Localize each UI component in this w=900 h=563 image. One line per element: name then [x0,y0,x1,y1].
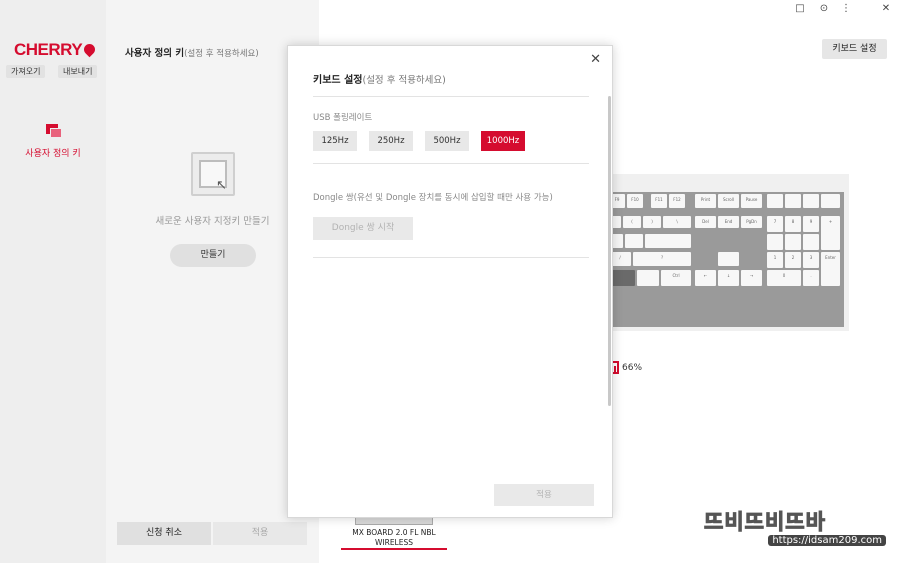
polling-250hz-button[interactable]: 250Hz [369,131,413,151]
minimize-icon[interactable]: □ [794,3,806,15]
key[interactable]: → [741,270,762,286]
panel-title-note: (설정 후 적용하세요) [184,49,259,59]
panel-title: 사용자 정의 키(설정 후 적용하세요) [125,45,259,59]
key[interactable]: ← [695,270,716,286]
menu-icon[interactable]: ⋮ [840,3,852,15]
polling-rate-label: USB 폴링레이트 [313,113,373,123]
key[interactable] [785,194,801,208]
close-icon[interactable]: ✕ [880,3,892,15]
key[interactable]: . [803,270,819,286]
key[interactable] [767,234,783,250]
key[interactable] [645,234,691,248]
key[interactable]: \ [663,216,691,228]
keyboard-settings-dialog: ✕ 키보드 설정(설정 후 적용하세요) USB 폴링레이트 125Hz 250… [287,45,613,518]
settings-icon[interactable]: ⊙ [818,3,830,15]
key[interactable] [803,194,819,208]
device-name: MX BOARD 2.0 FL NBL WIRELESS [352,528,436,547]
key[interactable]: Scroll [718,194,739,208]
divider [313,257,589,258]
polling-125hz-button[interactable]: 125Hz [313,131,357,151]
key[interactable]: ? [633,252,691,266]
key[interactable] [718,252,739,266]
panel-apply-button[interactable]: 적용 [213,522,307,545]
key[interactable] [625,234,643,248]
battery-percent: 66% [622,363,643,373]
dialog-title-note: (설정 후 적용하세요) [362,75,446,86]
key[interactable] [637,270,659,286]
key[interactable] [785,234,801,250]
brand-text: CHERRY [14,40,83,59]
key[interactable]: Ctrl [661,270,691,286]
key-placeholder-icon: ↖ [191,152,235,196]
key[interactable]: F12 [669,194,685,208]
dongle-pair-start-button[interactable]: Dongle 쌍 시작 [313,217,413,240]
key[interactable]: 8 [785,216,801,232]
dongle-pair-label: Dongle 쌍(유선 및 Dongle 장치를 동시에 삽입할 때만 사용 가… [313,193,553,203]
scrollbar[interactable] [608,96,611,406]
key[interactable]: End [718,216,739,228]
key[interactable]: 2 [785,252,801,268]
polling-500hz-button[interactable]: 500Hz [425,131,469,151]
polling-1000hz-button[interactable]: 1000Hz [481,131,525,151]
key[interactable]: ( [623,216,641,228]
key[interactable]: Enter [821,252,840,286]
key[interactable]: 3 [803,252,819,268]
dialog-title: 키보드 설정(설정 후 적용하세요) [313,71,446,86]
left-sidebar: CHERRY 가져오기 내보내기 사용자 정의 키 [0,0,106,563]
key[interactable]: 7 [767,216,783,232]
key[interactable] [821,194,840,208]
dialog-apply-button[interactable]: 적용 [494,484,594,506]
key[interactable] [803,234,819,250]
panel-title-text: 사용자 정의 키 [125,48,185,59]
keyboard-image: F9 F10 F11 F12 Print Scroll Pause ( ) \ … [607,174,849,331]
cancel-request-button[interactable]: 신청 취소 [117,522,211,545]
cherry-logo: CHERRY [14,40,98,60]
watermark-url: https://idsam209.com [768,535,886,546]
dialog-title-text: 키보드 설정 [313,75,363,86]
key[interactable] [767,194,783,208]
key[interactable]: PgDn [741,216,762,228]
key[interactable]: + [821,216,840,250]
export-button[interactable]: 내보내기 [58,65,98,78]
key[interactable]: Del [695,216,716,228]
cherry-icon [81,41,98,58]
key[interactable]: ) [643,216,661,228]
key[interactable]: ↓ [718,270,739,286]
cursor-icon: ↖ [216,178,227,193]
key[interactable]: F11 [651,194,667,208]
close-icon[interactable]: ✕ [590,52,601,67]
keyboard-body: F9 F10 F11 F12 Print Scroll Pause ( ) \ … [607,192,844,327]
custom-keys-icon[interactable] [46,124,62,138]
key[interactable]: Pause [741,194,762,208]
key[interactable]: 9 [803,216,819,232]
key[interactable]: Print [695,194,716,208]
key[interactable]: F10 [627,194,643,208]
watermark: 뜨비뜨비뜨바 https://idsam209.com [704,506,890,552]
watermark-text: 뜨비뜨비뜨바 [704,510,826,535]
divider [313,163,589,164]
keyboard-settings-button[interactable]: 키보드 설정 [822,39,887,59]
key[interactable]: 0 [767,270,801,286]
import-button[interactable]: 가져오기 [6,65,46,78]
key[interactable]: 1 [767,252,783,268]
sidebar-item-custom-keys[interactable]: 사용자 정의 키 [0,146,106,159]
divider [313,96,589,97]
create-button[interactable]: 만들기 [170,244,256,267]
